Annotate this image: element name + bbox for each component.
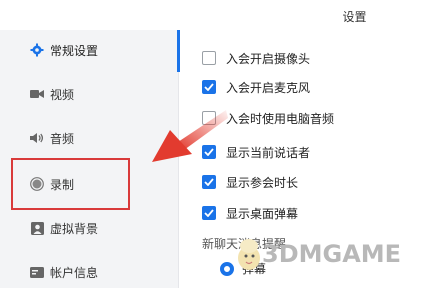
sidebar-item-label: 常规设置 xyxy=(50,43,99,58)
checkbox-unchecked[interactable] xyxy=(202,51,216,65)
watermark-text: 3DMGAME xyxy=(262,240,402,268)
radio-selected[interactable] xyxy=(220,261,234,276)
option-desktop-danmaku[interactable]: 显示桌面弹幕 xyxy=(202,203,298,223)
option-label: 入会开启麦克风 xyxy=(226,80,311,95)
checkbox-checked[interactable] xyxy=(202,206,216,220)
sidebar-item-label: 音频 xyxy=(50,131,75,146)
id-card-icon xyxy=(30,265,44,279)
sidebar-item-virtual-background[interactable]: 虚拟背景 xyxy=(0,208,178,248)
option-label: 显示当前说话者 xyxy=(226,145,311,160)
speaker-icon xyxy=(30,131,44,145)
sidebar-item-label: 虚拟背景 xyxy=(50,221,99,236)
check-icon xyxy=(204,178,214,186)
option-label: 显示参会时长 xyxy=(226,175,299,190)
video-camera-icon xyxy=(30,87,44,101)
option-show-duration[interactable]: 显示参会时长 xyxy=(202,172,298,192)
checkbox-checked[interactable] xyxy=(202,175,216,189)
option-camera-on-join[interactable]: 入会开启摄像头 xyxy=(202,48,310,68)
check-icon xyxy=(204,209,214,217)
sidebar-item-label: 视频 xyxy=(50,87,75,102)
portrait-icon xyxy=(30,221,44,235)
sidebar-item-general[interactable]: 常规设置 xyxy=(0,30,178,70)
check-icon xyxy=(204,83,214,91)
option-label: 入会时使用电脑音频 xyxy=(226,111,335,126)
recording-highlight-box xyxy=(11,158,130,210)
option-label: 入会开启摄像头 xyxy=(226,51,311,66)
sidebar-item-label: 帐户信息 xyxy=(50,265,99,280)
title-bar: 设置 xyxy=(0,0,439,30)
option-mic-on-join[interactable]: 入会开启麦克风 xyxy=(202,77,310,97)
option-label: 显示桌面弹幕 xyxy=(226,206,299,221)
red-arrow-icon xyxy=(152,110,228,162)
watermark-mascot-icon xyxy=(238,239,260,270)
checkbox-checked[interactable] xyxy=(202,80,216,94)
window-title: 设置 xyxy=(342,10,367,24)
gear-icon xyxy=(30,43,44,57)
sidebar-item-account[interactable]: 帐户信息 xyxy=(0,252,178,292)
